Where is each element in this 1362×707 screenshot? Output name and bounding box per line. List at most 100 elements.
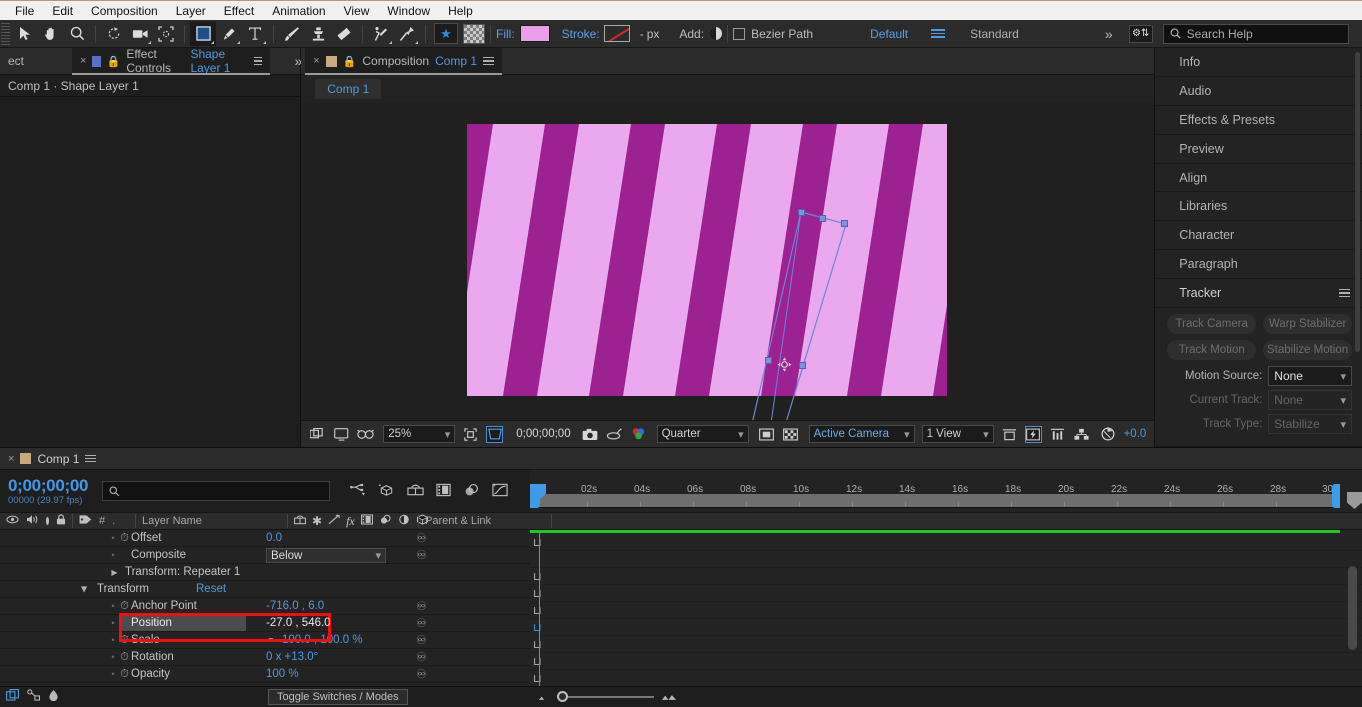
add-menu-icon[interactable] — [709, 27, 722, 40]
transparency-grid-toggle-icon[interactable] — [782, 426, 799, 443]
fill-color-swatch[interactable] — [520, 25, 550, 42]
timeline-vertical-scrollbar[interactable] — [1348, 566, 1357, 650]
workspace-menu-icon[interactable] — [931, 29, 945, 38]
keyframe-area[interactable]: ⊔ ⊔ ⊔ ⊔ ⊔ ⊔ ⊔ ⊔ — [530, 530, 1362, 686]
timeline-graph-icon[interactable] — [1049, 426, 1066, 443]
property-row-transform-repeater[interactable]: ▶ Transform: Repeater 1 — [0, 564, 530, 581]
property-value-position[interactable]: -27.0 , 546.0 — [266, 617, 331, 629]
graph-editor-icon[interactable] — [492, 483, 508, 500]
keyframe-row-rotation[interactable]: ⊔ — [530, 653, 1362, 670]
camera-tool-icon[interactable] — [127, 22, 153, 46]
transparency-grid-icon[interactable] — [463, 24, 485, 44]
expression-icon-scale[interactable]: ♾ — [416, 633, 427, 647]
views-select[interactable]: 1 View ▾ — [922, 425, 994, 443]
parent-link-column[interactable]: Parent & Link — [419, 512, 519, 530]
anchor-point-icon[interactable] — [777, 357, 792, 372]
eye-icon[interactable] — [6, 515, 19, 527]
puppet-pin-tool-icon[interactable] — [394, 22, 420, 46]
track-camera-button[interactable]: Track Camera — [1167, 314, 1256, 334]
zoom-slider-knob[interactable] — [557, 691, 568, 702]
comp-timecode[interactable]: 0;00;00;00 — [516, 428, 570, 440]
bezier-path-checkbox[interactable] — [733, 28, 745, 40]
expression-icon-composite[interactable]: ♾ — [416, 548, 427, 562]
transform-reset-button[interactable]: Reset — [196, 583, 226, 595]
solo-icon[interactable] — [46, 517, 49, 525]
channels-icon[interactable] — [630, 426, 647, 443]
workspace-standard-label[interactable]: Standard — [970, 27, 1019, 41]
layer-name-column[interactable]: Layer Name — [136, 512, 256, 530]
stopwatch-icon-opacity[interactable]: ⏱ — [118, 668, 131, 681]
timeline-menu-icon[interactable] — [85, 455, 96, 463]
panel-audio[interactable]: Audio — [1155, 77, 1362, 106]
tab-composition[interactable]: × 🔒 Composition Comp 1 — [305, 48, 502, 75]
resolution-region-icon[interactable] — [462, 426, 479, 443]
composition-viewer-canvas[interactable] — [301, 102, 1154, 420]
comp-mini-flowchart-footer-icon[interactable] — [27, 689, 40, 704]
region-preview-icon[interactable] — [758, 426, 775, 443]
property-value-anchor-point[interactable]: -716.0 , 6.0 — [266, 600, 324, 612]
expression-icon-opacity[interactable]: ♾ — [416, 667, 427, 681]
keyframe-row-anchor-point[interactable]: ⊔ — [530, 602, 1362, 619]
motion-blur-column-icon[interactable] — [379, 514, 392, 528]
keyframe-row-transform[interactable]: ⊔ — [530, 585, 1362, 602]
zoom-tool-icon[interactable] — [64, 22, 90, 46]
keyframe-navigator-position[interactable]: ⊔ — [533, 621, 542, 634]
selection-handle-mr[interactable] — [799, 362, 806, 369]
motion-blur-icon[interactable] — [463, 483, 480, 500]
stopwatch-icon-anchor[interactable]: ⏱ — [118, 600, 131, 613]
main-viewer-icon[interactable] — [333, 426, 350, 443]
frame-blend-column-icon[interactable] — [361, 514, 373, 528]
label-tag-icon[interactable] — [79, 514, 92, 528]
roto-brush-tool-icon[interactable] — [368, 22, 394, 46]
menu-item-effect[interactable]: Effect — [215, 1, 263, 21]
timeline-ruler-area[interactable]: 0s 02s 04s 06s 08s 10s 12s 14s 16s 18s 2… — [530, 470, 1362, 512]
property-row-transform[interactable]: ▶ Transform Reset — [0, 581, 530, 598]
keyframe-navigator-repeater[interactable]: ⊔ — [533, 570, 542, 583]
keyframe-navigator-anchor[interactable]: ⊔ — [533, 604, 542, 617]
region-of-interest-icon[interactable] — [486, 426, 503, 443]
keyframe-row-composite[interactable] — [530, 551, 1362, 568]
lock-column-icon[interactable] — [56, 514, 66, 528]
panel-effects-presets[interactable]: Effects & Presets — [1155, 106, 1362, 135]
property-row-composite[interactable]: • Composite Below ▾ ♾ — [0, 547, 530, 564]
type-tool-icon[interactable] — [242, 22, 268, 46]
property-row-offset[interactable]: • ⏱ Offset 0.0 ♾ — [0, 530, 530, 547]
clone-stamp-tool-icon[interactable] — [305, 22, 331, 46]
expression-icon-rotation[interactable]: ♾ — [416, 650, 427, 664]
comp-marker-icon[interactable] — [1347, 492, 1362, 509]
property-value-offset[interactable]: 0.0 — [266, 532, 282, 544]
menu-item-help[interactable]: Help — [439, 1, 482, 21]
stopwatch-icon-offset[interactable]: ⏱ — [118, 532, 131, 545]
comp-flowchart-icon[interactable] — [1073, 426, 1090, 443]
motion-source-select[interactable]: None ▾ — [1268, 366, 1352, 386]
panel-tracker[interactable]: Tracker — [1155, 279, 1362, 308]
panel-align[interactable]: Align — [1155, 164, 1362, 193]
zoom-slider-track[interactable] — [568, 696, 654, 698]
zoom-out-icon[interactable] — [538, 690, 550, 704]
draft-3d-icon[interactable] — [378, 483, 395, 500]
menu-item-animation[interactable]: Animation — [263, 1, 334, 21]
scale-link-icon[interactable]: ⚭ — [266, 633, 276, 647]
expression-icon-position[interactable]: ♾ — [416, 616, 427, 630]
shy-icon[interactable] — [294, 514, 306, 528]
property-row-scale[interactable]: • ⏱ Scale ⚭ 100.0 , 100.0 % ♾ — [0, 632, 530, 649]
workspace-default-button[interactable]: Default — [870, 27, 908, 41]
menu-item-window[interactable]: Window — [378, 1, 439, 21]
lock-icon[interactable]: 🔒 — [107, 55, 121, 68]
tab-effect-controls[interactable]: × 🔒 Effect Controls Shape Layer 1 — [72, 48, 270, 75]
menu-item-layer[interactable]: Layer — [167, 1, 215, 21]
quality-icon[interactable] — [328, 514, 340, 528]
keyframe-row-transform-repeater[interactable]: ⊔ — [530, 568, 1362, 585]
panel-preview[interactable]: Preview — [1155, 135, 1362, 164]
current-time-display[interactable]: 0;00;00;00 — [8, 477, 88, 495]
keyframe-navigator-transform[interactable]: ⊔ — [533, 587, 542, 600]
selection-tool-icon[interactable] — [12, 22, 38, 46]
left-panel-overflow-icon[interactable]: » — [294, 53, 300, 69]
always-preview-icon[interactable] — [309, 426, 326, 443]
expression-icon-anchor[interactable]: ♾ — [416, 599, 427, 613]
layer-switches-toggle-icon[interactable] — [6, 689, 19, 704]
pixel-aspect-icon[interactable] — [1001, 426, 1018, 443]
keyframe-navigator-opacity[interactable]: ⊔ — [533, 672, 542, 685]
camera-select[interactable]: Active Camera ▾ — [809, 425, 915, 443]
panel-info[interactable]: Info — [1155, 48, 1362, 77]
